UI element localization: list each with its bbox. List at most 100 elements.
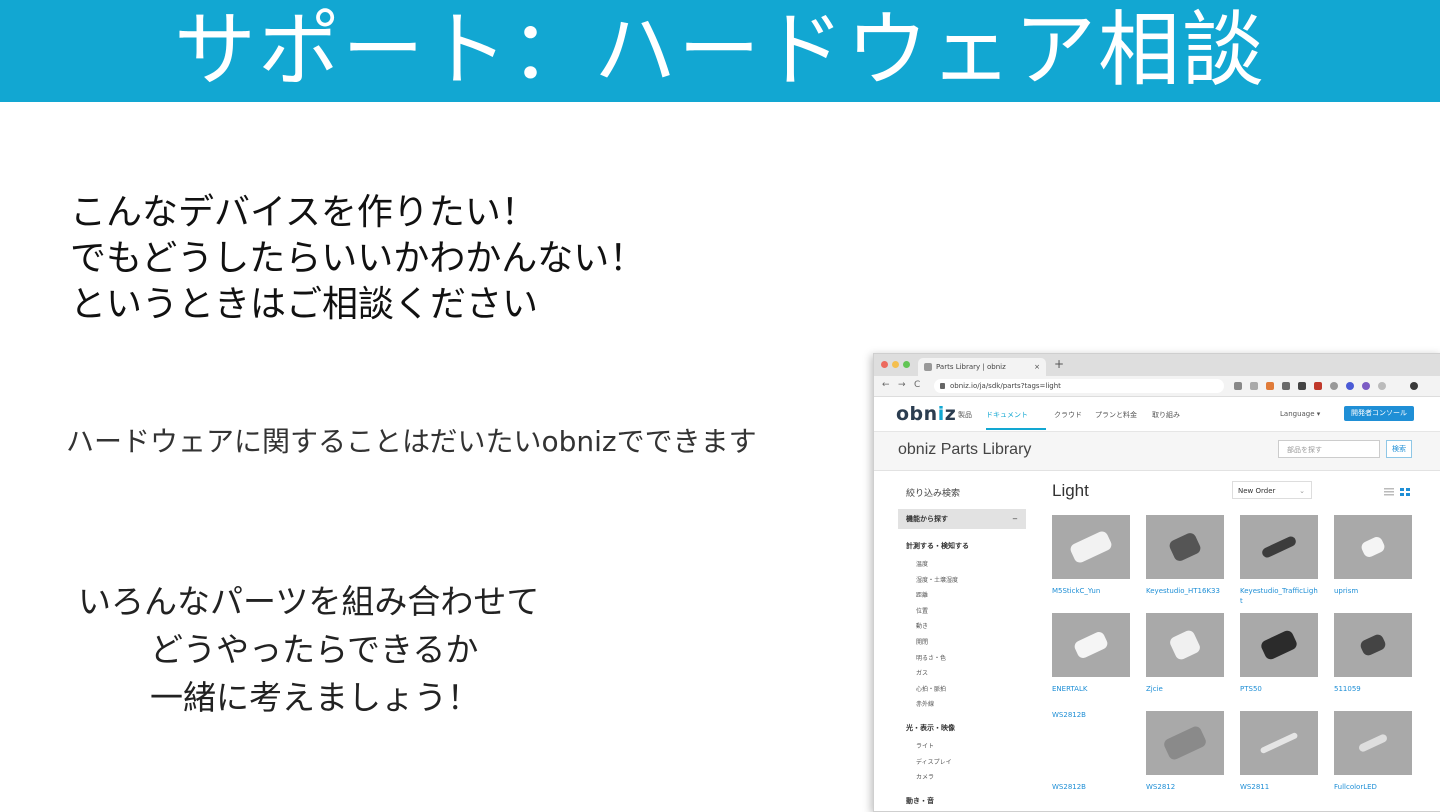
part-thumbnail[interactable] [1334,711,1412,775]
part-thumbnail[interactable] [1146,711,1224,775]
broken-image[interactable]: WS2812B [1052,711,1130,775]
part-name-link[interactable]: ENERTALK [1052,684,1130,694]
part-name-link[interactable]: FullcolorLED [1334,782,1412,792]
lead-line: こんなデバイスを作りたい！ [70,192,537,233]
collapse-icon[interactable]: − [1012,509,1018,529]
filter-item[interactable]: 心拍・脈拍 [916,684,946,693]
section-title: Light [1052,481,1089,500]
part-card[interactable]: 511059 [1334,613,1412,694]
tab-close-icon[interactable]: × [1034,358,1040,376]
browser-tab-bar: Parts Library | obniz × + [874,354,1440,376]
part-thumbnail[interactable] [1240,515,1318,579]
part-name-link[interactable]: Keyestudio_HT16K33 [1146,586,1224,596]
part-thumbnail[interactable] [1334,613,1412,677]
search-button[interactable]: 検索 [1386,440,1412,458]
filter-group[interactable]: 光・表示・映像 [906,723,955,733]
category-toggle-bar[interactable]: 機能から探す − [898,509,1026,529]
part-name-link[interactable]: WS2811 [1240,782,1318,792]
part-image [1072,630,1110,660]
bookmark-star-icon[interactable] [1250,382,1258,390]
logo-text: i [937,403,945,425]
obniz-logo[interactable]: obniz [896,403,956,425]
part-thumbnail[interactable] [1334,515,1412,579]
part-card[interactable]: PTS50 [1240,613,1318,694]
part-card[interactable]: Zjcie [1146,613,1224,694]
filter-group[interactable]: 計測する・検知する [906,541,969,551]
url-text: obniz.io/ja/sdk/parts?tags=light [950,382,1061,390]
filter-item[interactable]: カメラ [916,772,934,781]
part-name-link[interactable]: Zjcie [1146,684,1224,694]
language-select[interactable]: Language ▾ [1280,410,1320,418]
back-icon[interactable]: ← [882,380,890,390]
filter-item[interactable]: 距離 [916,590,928,599]
filter-item[interactable]: ライト [916,741,934,750]
order-value: New Order [1238,487,1276,495]
filter-item[interactable]: 開閉 [916,637,928,646]
extension-icon[interactable] [1378,382,1386,390]
reload-icon[interactable]: C [914,380,920,390]
extension-icon[interactable] [1266,382,1274,390]
part-thumbnail[interactable] [1146,515,1224,579]
part-name-link[interactable]: uprism [1334,586,1412,596]
nav-products[interactable]: 製品 [958,410,972,420]
part-thumbnail[interactable] [1146,613,1224,677]
logo-text: obn [896,403,938,425]
part-card[interactable]: WS2812B WS2812B [1052,711,1130,792]
part-card[interactable]: ENERTALK [1052,613,1130,694]
part-card[interactable]: WS2812 [1146,711,1224,792]
part-thumbnail[interactable] [1052,613,1130,677]
nav-cloud[interactable]: クラウド [1054,410,1082,420]
part-card[interactable]: Keyestudio_HT16K33 [1146,515,1224,596]
developer-console-button[interactable]: 開発者コンソール [1344,406,1414,421]
extension-icon[interactable] [1282,382,1290,390]
url-field[interactable]: obniz.io/ja/sdk/parts?tags=light [934,379,1224,393]
nav-initiatives[interactable]: 取り組み [1152,410,1180,420]
part-name-link[interactable]: WS2812B [1052,782,1130,792]
extension-icon[interactable] [1346,382,1354,390]
extension-icon[interactable] [1298,382,1306,390]
extension-icon[interactable] [1314,382,1322,390]
part-thumbnail[interactable] [1240,711,1318,775]
nav-pricing[interactable]: プランと料金 [1095,410,1137,420]
filter-group[interactable]: 動き・音 [906,796,934,806]
list-view-icon[interactable] [1384,488,1394,496]
filter-item[interactable]: ガス [916,668,928,677]
part-card[interactable]: Keyestudio_TrafficLight [1240,515,1318,606]
part-name-link[interactable]: M5StickC_Yun [1052,586,1130,596]
part-card[interactable]: WS2811 [1240,711,1318,792]
extension-icon[interactable] [1234,382,1242,390]
part-thumbnail[interactable] [1240,613,1318,677]
browser-screenshot: Parts Library | obniz × + ← → C obniz.io… [873,353,1440,812]
part-thumbnail[interactable] [1052,515,1130,579]
part-name-link[interactable]: Keyestudio_TrafficLight [1240,586,1318,606]
part-name-link[interactable]: PTS50 [1240,684,1318,694]
profile-avatar[interactable] [1410,382,1418,390]
grid-view-icon[interactable] [1400,488,1410,496]
part-card[interactable]: M5StickC_Yun [1052,515,1130,596]
minimize-window-dot[interactable] [892,361,899,368]
part-name-link[interactable]: WS2812 [1146,782,1224,792]
parts-search-input[interactable]: 部品を探す [1278,440,1380,458]
browser-tab[interactable]: Parts Library | obniz × [918,358,1046,376]
order-select[interactable]: New Order ⌄ [1232,481,1312,499]
filter-item[interactable]: 明るさ・色 [916,653,946,662]
filter-item[interactable]: 動き [916,621,928,630]
filter-item[interactable]: ディスプレイ [916,757,952,766]
part-image [1168,628,1202,662]
extension-icon[interactable] [1362,382,1370,390]
part-card[interactable]: FullcolorLED [1334,711,1412,792]
lead-line: というときはご相談ください [70,284,539,325]
close-window-dot[interactable] [881,361,888,368]
forward-icon[interactable]: → [898,380,906,390]
part-name-link[interactable]: 511059 [1334,684,1412,694]
maximize-window-dot[interactable] [903,361,910,368]
extension-icon[interactable] [1330,382,1338,390]
filter-item[interactable]: 位置 [916,606,928,615]
new-tab-button[interactable]: + [1054,357,1064,371]
filter-item[interactable]: 赤外線 [916,699,934,708]
nav-documents[interactable]: ドキュメント [986,410,1028,420]
part-card[interactable]: uprism [1334,515,1412,596]
tab-title: Parts Library | obniz [936,363,1006,371]
filter-item[interactable]: 湿度・土壌湿度 [916,575,958,584]
filter-item[interactable]: 温度 [916,559,928,568]
